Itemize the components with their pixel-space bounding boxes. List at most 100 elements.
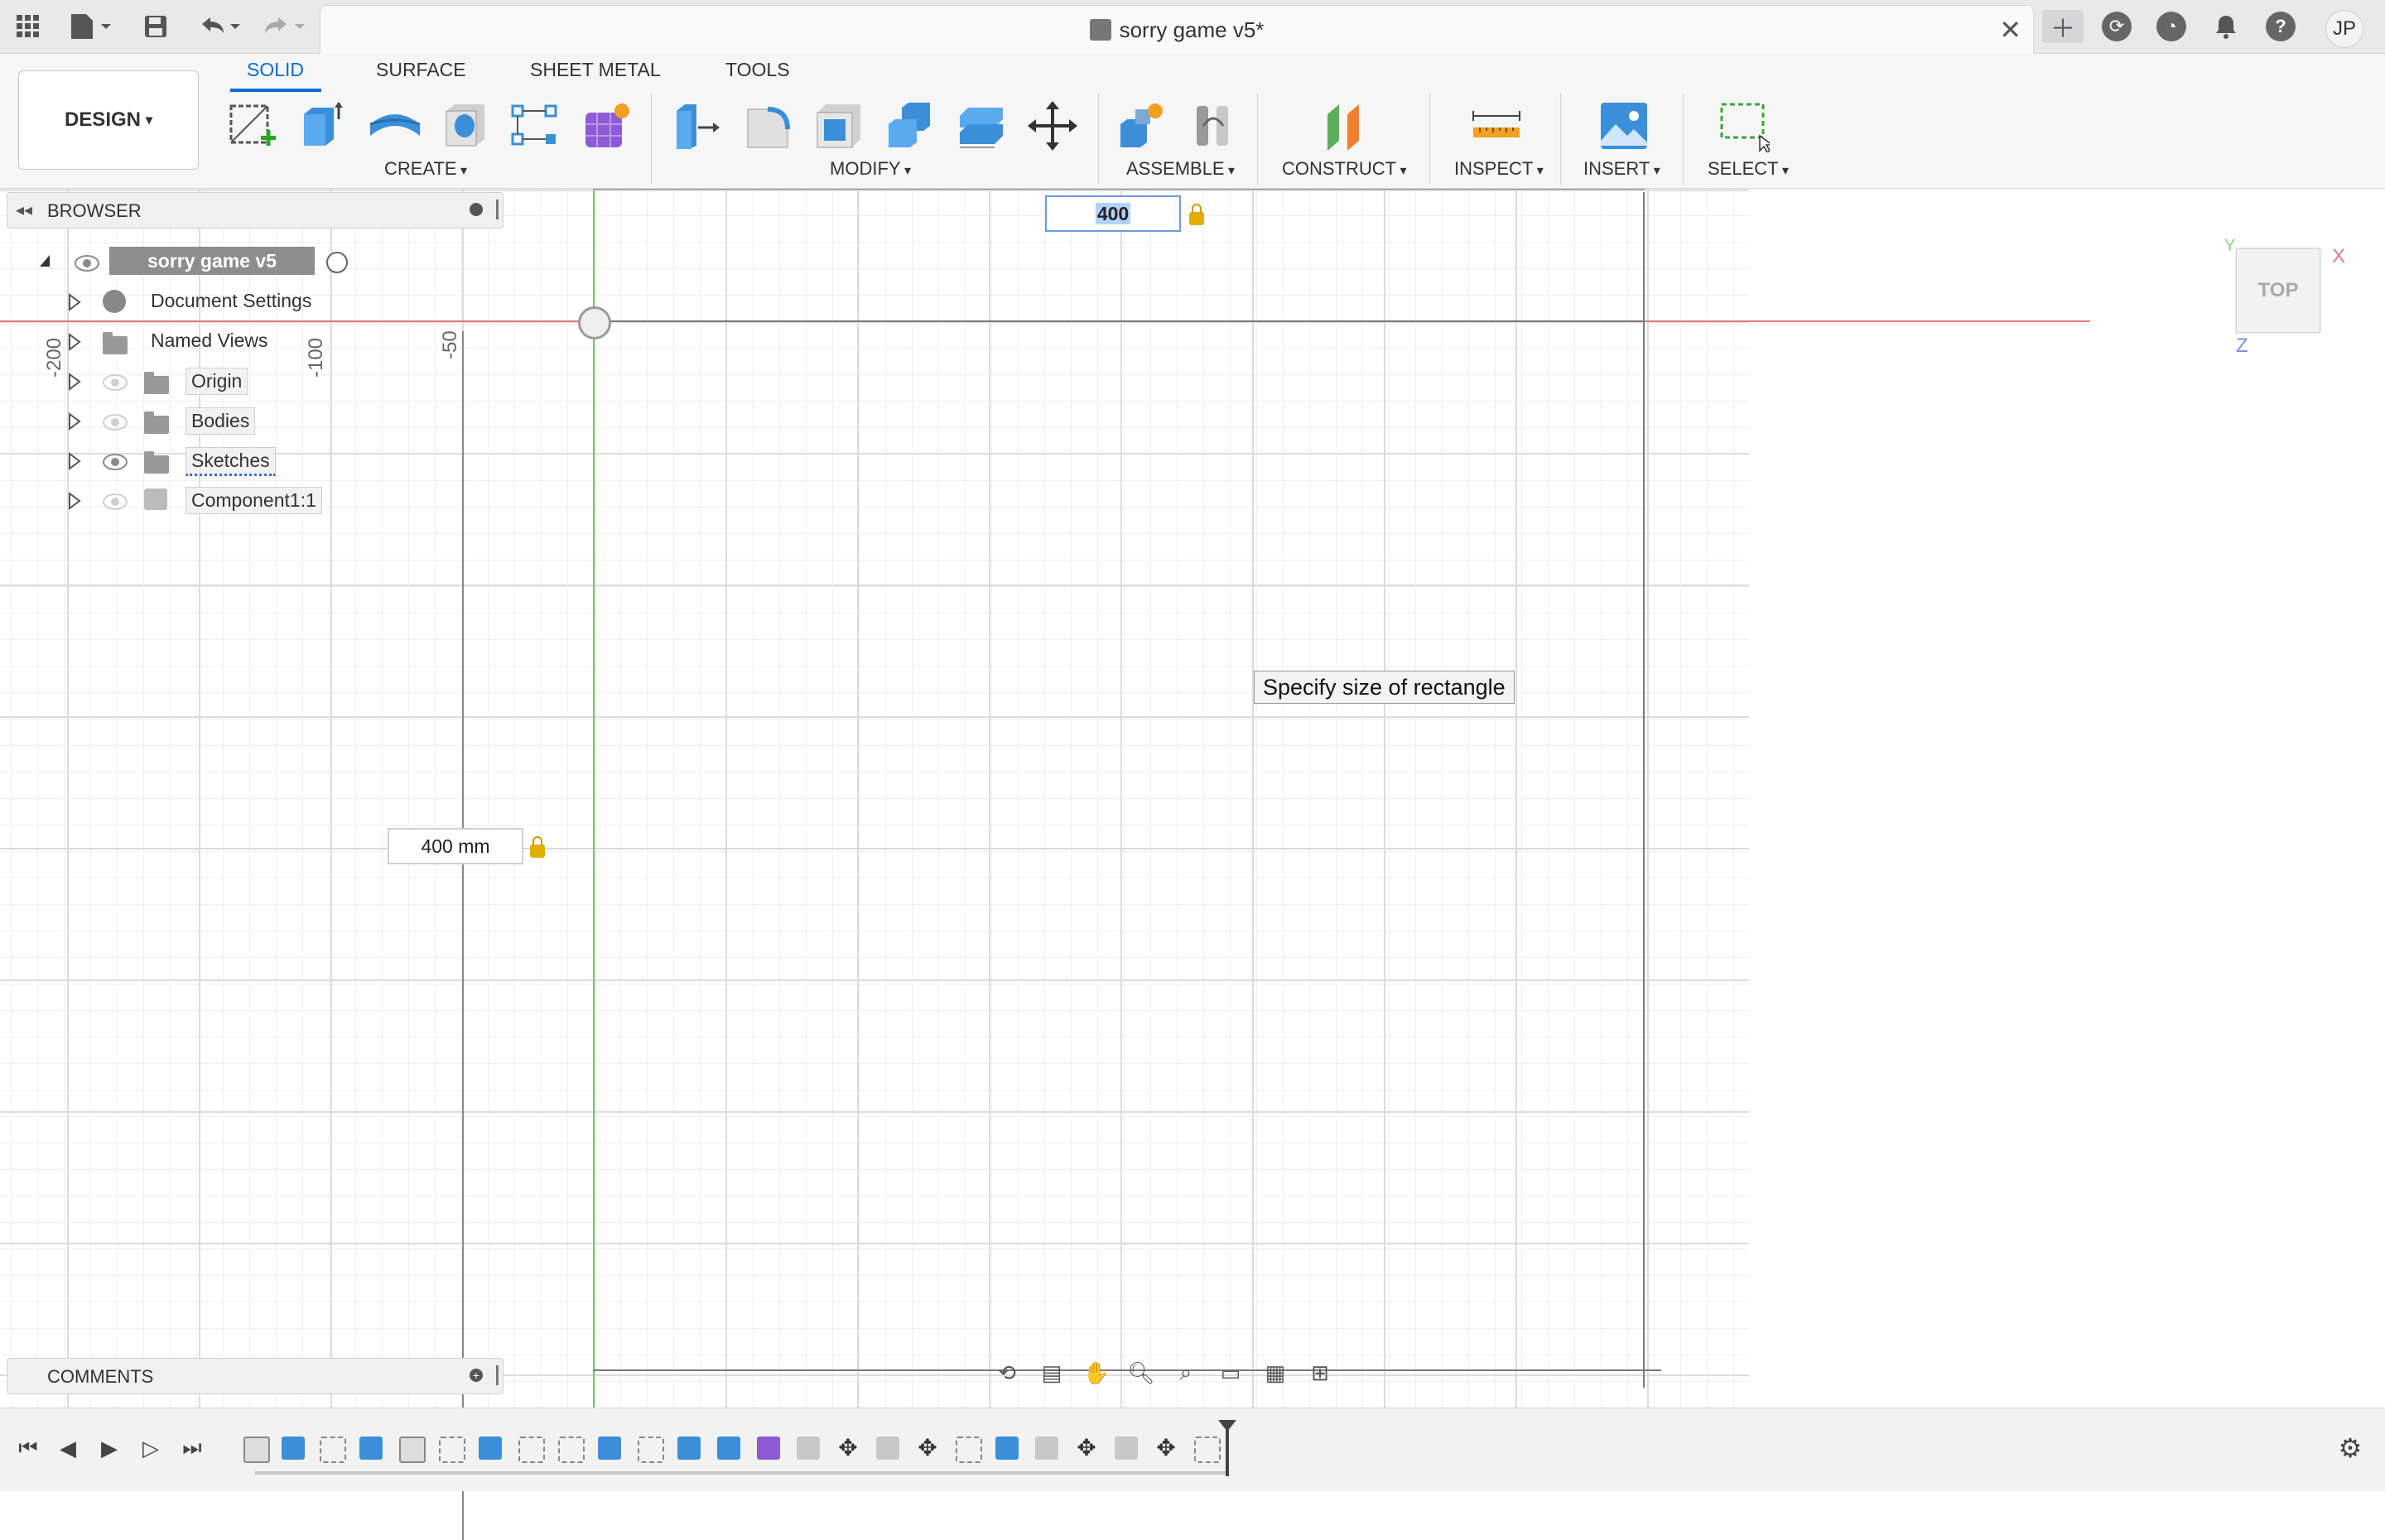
new-tab-icon[interactable]: ＋: [2042, 10, 2084, 43]
insert-menu[interactable]: INSERT: [1583, 158, 1660, 180]
save-icon[interactable]: [139, 10, 172, 43]
step-back-icon[interactable]: ◀: [53, 1433, 83, 1463]
select-menu[interactable]: SELECT: [1708, 158, 1789, 180]
timeline-feature[interactable]: [243, 1437, 270, 1463]
tree-item-bodies[interactable]: Bodies: [186, 407, 256, 435]
step-forward-icon[interactable]: ▷: [136, 1433, 166, 1463]
notifications-bell-icon[interactable]: [2209, 10, 2243, 43]
revolve-icon[interactable]: [366, 97, 424, 155]
collapse-root-icon[interactable]: [40, 255, 50, 267]
pattern-icon[interactable]: [507, 97, 565, 155]
sketch-canvas[interactable]: -200 -100 -50 400 400 mm Specify size of…: [0, 189, 2385, 1540]
viewports-icon[interactable]: ⊞: [1303, 1356, 1337, 1389]
expand-arrow-icon[interactable]: [68, 412, 81, 431]
move-copy-icon[interactable]: [1024, 97, 1082, 155]
timeline-move-feature[interactable]: ✥: [1075, 1437, 1098, 1460]
origin-point-icon[interactable]: [578, 306, 611, 339]
timeline-move-feature[interactable]: ✥: [1154, 1437, 1178, 1460]
create-menu[interactable]: CREATE: [384, 158, 467, 180]
tree-item-sketches[interactable]: Sketches: [186, 447, 276, 476]
display-settings-icon[interactable]: ▭: [1214, 1356, 1247, 1389]
offset-plane-icon[interactable]: [1317, 97, 1375, 155]
timeline-feature[interactable]: [876, 1437, 899, 1460]
visibility-eye-icon[interactable]: [103, 454, 128, 470]
tree-item-component1[interactable]: Component1:1: [186, 487, 322, 514]
timeline-feature[interactable]: [717, 1437, 740, 1460]
timeline-move-feature[interactable]: ✥: [916, 1437, 939, 1460]
document-tab[interactable]: sorry game v5* ✕: [320, 5, 2034, 54]
lock-icon[interactable]: [530, 836, 545, 858]
orbit-icon[interactable]: ⟲: [990, 1356, 1024, 1389]
hidden-eye-icon[interactable]: [103, 414, 128, 431]
view-cube[interactable]: TOP: [2236, 248, 2320, 333]
timeline-feature[interactable]: [638, 1437, 664, 1463]
expand-arrow-icon[interactable]: [68, 373, 81, 391]
timeline-feature[interactable]: [558, 1437, 585, 1463]
tab-tools[interactable]: TOOLS: [725, 59, 790, 81]
look-at-icon[interactable]: ▤: [1035, 1356, 1068, 1389]
close-tab-icon[interactable]: ✕: [1999, 14, 2021, 46]
panel-resize-handle[interactable]: [496, 200, 499, 219]
measure-icon[interactable]: [1467, 97, 1525, 155]
visibility-eye-icon[interactable]: [75, 255, 99, 272]
timeline-feature[interactable]: [399, 1437, 426, 1463]
extensions-icon[interactable]: ⟳: [2102, 12, 2132, 41]
press-pull-icon[interactable]: [667, 97, 725, 155]
zoom-icon[interactable]: 🔍︎: [1125, 1356, 1158, 1389]
help-icon[interactable]: ?: [2266, 12, 2296, 41]
job-status-icon[interactable]: ◔: [2156, 12, 2186, 41]
hole-icon[interactable]: [437, 97, 495, 155]
hidden-eye-icon[interactable]: [103, 374, 128, 391]
combine-icon[interactable]: [881, 97, 939, 155]
tree-item-document-settings[interactable]: Document Settings: [146, 288, 316, 314]
user-avatar[interactable]: JP: [2325, 10, 2363, 48]
go-to-end-icon[interactable]: ⏭: [177, 1433, 207, 1463]
inspect-menu[interactable]: INSPECT: [1454, 158, 1544, 180]
insert-image-icon[interactable]: [1595, 97, 1653, 155]
timeline-feature[interactable]: [1194, 1437, 1221, 1463]
construct-menu[interactable]: CONSTRUCT: [1282, 158, 1407, 180]
add-comment-icon[interactable]: +: [470, 1369, 483, 1382]
tab-sheet-metal[interactable]: SHEET METAL: [530, 59, 661, 81]
go-to-start-icon[interactable]: ⏮: [13, 1433, 43, 1463]
hidden-eye-icon[interactable]: [103, 493, 128, 510]
workspace-switcher[interactable]: DESIGN ▾: [18, 70, 199, 170]
create-sketch-icon[interactable]: [224, 97, 282, 155]
timeline-feature[interactable]: [320, 1437, 346, 1463]
tree-item-origin[interactable]: Origin: [186, 368, 248, 395]
tree-item-named-views[interactable]: Named Views: [146, 328, 272, 354]
tab-solid[interactable]: SOLID: [247, 59, 304, 81]
browser-root-item[interactable]: sorry game v5: [109, 247, 315, 275]
expand-arrow-icon[interactable]: [68, 492, 81, 510]
width-dimension-input[interactable]: 400: [1045, 195, 1181, 232]
grid-settings-icon[interactable]: ▦: [1259, 1356, 1292, 1389]
activate-radio-icon[interactable]: [326, 252, 348, 273]
play-icon[interactable]: ▶: [94, 1433, 124, 1463]
collapse-panel-icon[interactable]: ◂◂: [16, 200, 32, 220]
timeline-feature[interactable]: [677, 1437, 701, 1460]
timeline-feature[interactable]: [359, 1437, 383, 1460]
panel-resize-handle[interactable]: [496, 1365, 499, 1385]
timeline-feature[interactable]: [1115, 1437, 1138, 1460]
file-menu-icon[interactable]: [66, 10, 116, 43]
undo-icon[interactable]: [195, 10, 245, 43]
timeline-feature[interactable]: [995, 1437, 1019, 1460]
redo-icon[interactable]: [260, 10, 310, 43]
timeline-settings-gear-icon[interactable]: ⚙: [2335, 1433, 2365, 1463]
expand-arrow-icon[interactable]: [68, 333, 81, 351]
timeline-feature[interactable]: [797, 1437, 820, 1460]
timeline-feature[interactable]: [1035, 1437, 1058, 1460]
expand-arrow-icon[interactable]: [68, 293, 81, 311]
shell-icon[interactable]: [810, 97, 868, 155]
window-select-icon[interactable]: [1714, 97, 1772, 155]
timeline-feature[interactable]: [956, 1437, 982, 1463]
zoom-window-icon[interactable]: ⌕: [1169, 1356, 1202, 1389]
create-form-icon[interactable]: [578, 97, 636, 155]
new-component-icon[interactable]: [1113, 97, 1171, 155]
timeline-feature[interactable]: [757, 1437, 780, 1460]
timeline-feature[interactable]: [518, 1437, 545, 1463]
assemble-menu[interactable]: ASSEMBLE: [1126, 158, 1235, 180]
timeline-feature[interactable]: [439, 1437, 465, 1463]
timeline-feature[interactable]: [598, 1437, 621, 1460]
tab-surface[interactable]: SURFACE: [376, 59, 466, 81]
